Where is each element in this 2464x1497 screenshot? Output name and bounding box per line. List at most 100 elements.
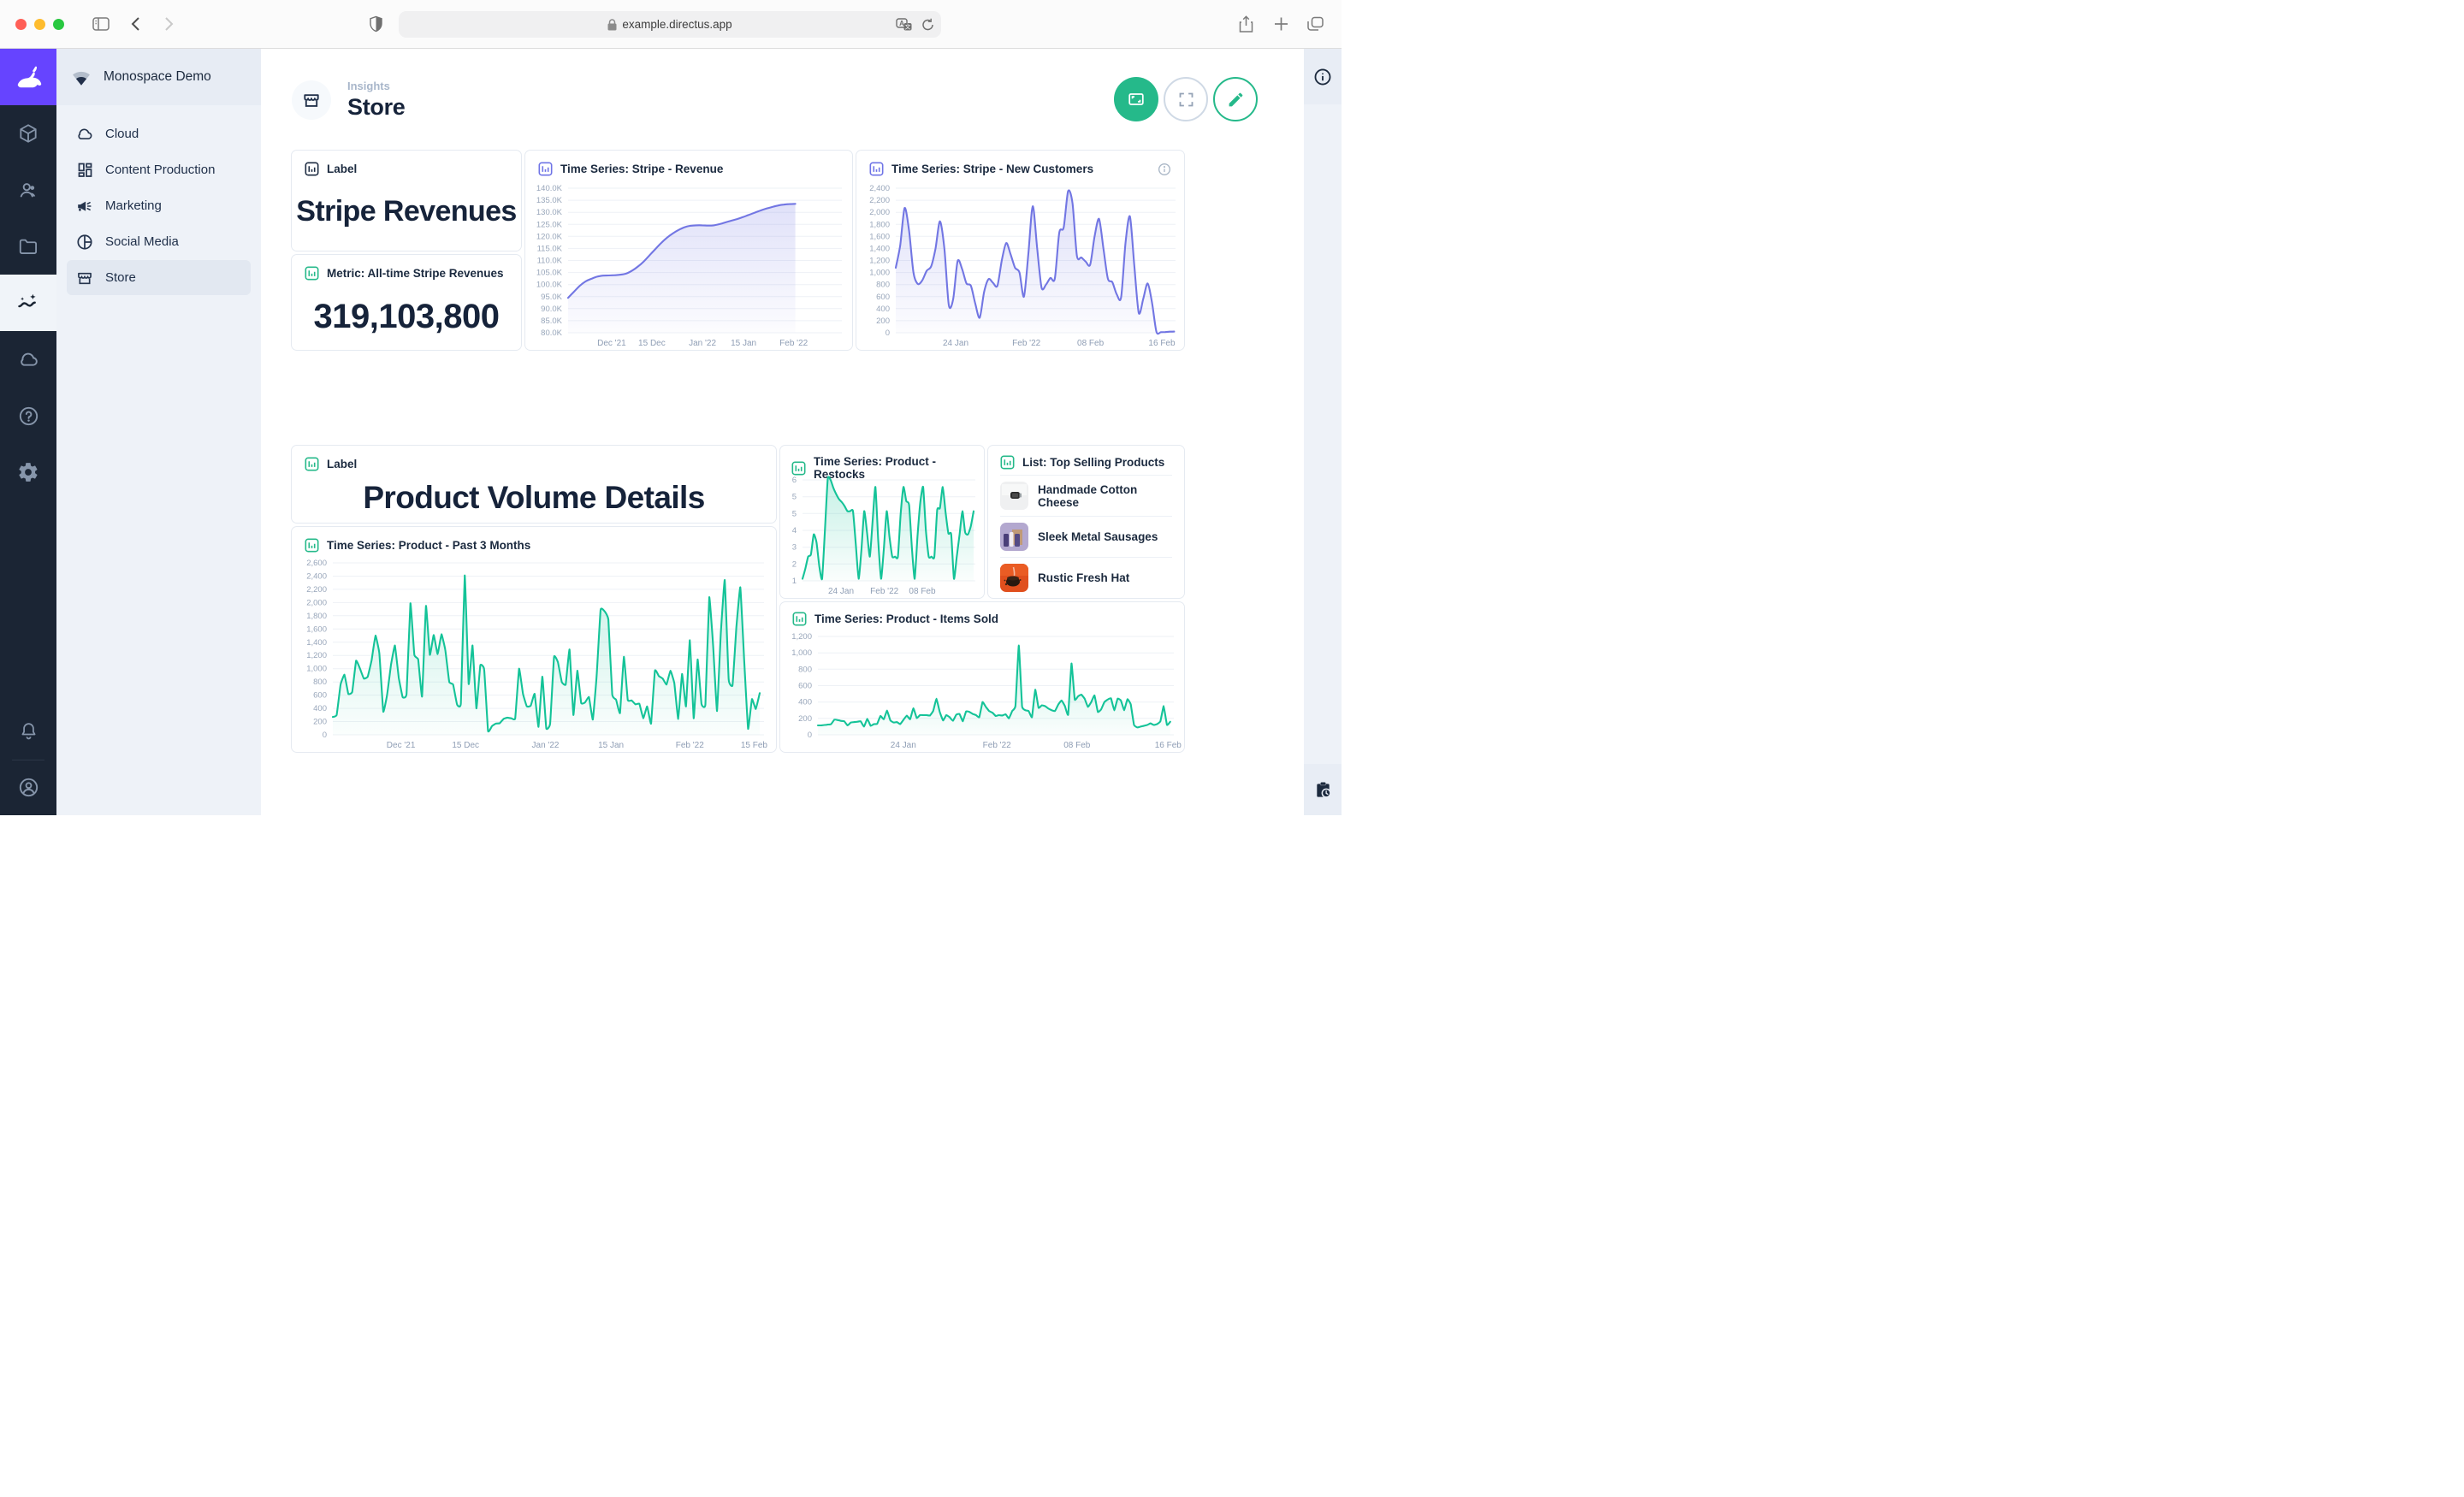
panel-title: Time Series: Product - Past 3 Months xyxy=(327,539,530,552)
svg-text:200: 200 xyxy=(876,317,890,326)
forward-button[interactable] xyxy=(164,16,175,32)
svg-text:15 Dec: 15 Dec xyxy=(638,339,666,348)
panel-label-product: Label Product Volume Details xyxy=(291,445,777,524)
svg-text:1,000: 1,000 xyxy=(306,665,327,674)
panel-title: Label xyxy=(327,163,357,175)
info-icon[interactable] xyxy=(1158,163,1171,176)
nav-list: Cloud Content Production Marketing xyxy=(56,105,261,306)
url-text: example.directus.app xyxy=(622,18,732,31)
label-text: Product Volume Details xyxy=(292,480,776,516)
directus-logo[interactable] xyxy=(0,49,56,105)
module-insights-icon[interactable] xyxy=(0,275,56,331)
sidebar-item-label: Store xyxy=(105,270,136,285)
svg-text:Feb '22: Feb '22 xyxy=(870,587,898,596)
back-button[interactable] xyxy=(130,16,140,32)
svg-text:2,200: 2,200 xyxy=(306,585,327,595)
fullscreen-button[interactable] xyxy=(1164,77,1208,121)
sidebar-item-cloud[interactable]: Cloud xyxy=(67,116,251,151)
module-files-icon[interactable] xyxy=(0,218,56,275)
sidebar-toggle-icon[interactable] xyxy=(92,17,110,31)
list-item[interactable]: Handmade Cotton Cheese xyxy=(1000,475,1172,516)
product-thumbnail xyxy=(1000,564,1028,592)
project-header[interactable]: Monospace Demo xyxy=(56,49,261,105)
module-users-icon[interactable] xyxy=(0,162,56,218)
sidebar-info-tab[interactable] xyxy=(1304,49,1342,104)
svg-text:Feb '22: Feb '22 xyxy=(779,339,808,348)
svg-text:110.0K: 110.0K xyxy=(537,257,563,266)
module-help-icon[interactable] xyxy=(0,388,56,444)
notifications-bell-icon[interactable] xyxy=(0,707,56,754)
cloud-icon xyxy=(75,125,94,144)
storefront-icon xyxy=(301,90,322,110)
list-item[interactable]: Tasty Plastic Shirt xyxy=(1000,598,1172,599)
svg-text:24 Jan: 24 Jan xyxy=(828,587,854,596)
present-button[interactable] xyxy=(1114,77,1158,121)
module-settings-icon[interactable] xyxy=(0,444,56,500)
svg-text:125.0K: 125.0K xyxy=(536,220,563,229)
svg-text:90.0K: 90.0K xyxy=(541,305,562,314)
panel-title: Time Series: Product - Items Sold xyxy=(814,612,998,625)
sidebar-item-content-production[interactable]: Content Production xyxy=(67,152,251,187)
sidebar-item-marketing[interactable]: Marketing xyxy=(67,188,251,223)
product-thumbnail xyxy=(1000,482,1028,510)
svg-text:1,600: 1,600 xyxy=(869,232,890,241)
browser-chrome: example.directus.app A文 xyxy=(0,0,1342,49)
product-restocks-chart[interactable]: 655432124 JanFeb '2208 Feb xyxy=(780,471,984,598)
new-tab-icon[interactable] xyxy=(1274,17,1288,32)
svg-text:A: A xyxy=(899,20,904,27)
list-item[interactable]: Sleek Metal Sausages xyxy=(1000,516,1172,557)
product-past-3-months-chart[interactable]: 2,6002,4002,2002,0001,8001,6001,4001,200… xyxy=(292,554,776,752)
panel-chart-icon xyxy=(792,612,807,626)
product-items-sold-chart[interactable]: 1,2001,000800600400200024 JanFeb '2208 F… xyxy=(780,628,1184,752)
panel-chart-icon xyxy=(1000,455,1015,470)
product-name: Sleek Metal Sausages xyxy=(1038,530,1158,543)
share-icon[interactable] xyxy=(1239,15,1253,33)
panel-title: Time Series: Stripe - Revenue xyxy=(560,163,723,175)
svg-text:400: 400 xyxy=(876,305,890,314)
sidebar-item-social-media[interactable]: Social Media xyxy=(67,224,251,259)
svg-text:24 Jan: 24 Jan xyxy=(891,741,916,750)
svg-text:2,400: 2,400 xyxy=(306,572,327,582)
panel-title: Time Series: Stripe - New Customers xyxy=(891,163,1093,175)
svg-text:120.0K: 120.0K xyxy=(536,232,563,241)
module-cloud-icon[interactable] xyxy=(0,331,56,388)
svg-text:0: 0 xyxy=(808,731,812,740)
sidebar-item-label: Content Production xyxy=(105,163,215,177)
svg-text:1,800: 1,800 xyxy=(306,612,327,621)
svg-text:600: 600 xyxy=(313,691,327,701)
svg-text:08 Feb: 08 Feb xyxy=(1063,741,1091,750)
module-content-icon[interactable] xyxy=(0,105,56,162)
module-bar xyxy=(0,49,56,815)
stripe-revenue-chart[interactable]: 140.0K135.0K130.0K125.0K120.0K115.0K110.… xyxy=(525,180,852,350)
page: example.directus.app A文 xyxy=(0,0,1342,815)
panel-chart-icon xyxy=(305,266,319,281)
stripe-new-customers-chart[interactable]: 2,4002,2002,0001,8001,6001,4001,2001,000… xyxy=(856,180,1184,350)
translate-icon[interactable]: A文 xyxy=(896,18,913,32)
top-selling-list: Handmade Cotton Cheese Sleek Metal Sausag… xyxy=(988,475,1184,599)
list-item[interactable]: Rustic Fresh Hat xyxy=(1000,557,1172,598)
svg-text:Feb '22: Feb '22 xyxy=(676,741,704,750)
reload-icon[interactable] xyxy=(921,18,934,32)
product-name: Rustic Fresh Hat xyxy=(1038,571,1129,584)
svg-text:16 Feb: 16 Feb xyxy=(1155,741,1182,750)
user-avatar-icon[interactable] xyxy=(0,766,56,815)
edit-button[interactable] xyxy=(1213,77,1258,121)
close-window-button[interactable] xyxy=(15,19,27,30)
svg-text:400: 400 xyxy=(313,704,327,713)
address-bar[interactable]: example.directus.app A文 xyxy=(399,11,941,38)
breadcrumb[interactable]: Insights xyxy=(347,80,406,92)
shield-icon[interactable] xyxy=(370,16,382,33)
minimize-window-button[interactable] xyxy=(34,19,45,30)
sidebar-item-label: Marketing xyxy=(105,198,162,213)
panel-chart-icon xyxy=(305,457,319,471)
activity-tab[interactable] xyxy=(1304,764,1342,815)
sidebar-item-store[interactable]: Store xyxy=(67,260,251,295)
info-icon xyxy=(1313,68,1332,86)
zoom-window-button[interactable] xyxy=(53,19,64,30)
tab-overview-icon[interactable] xyxy=(1307,17,1324,32)
svg-text:Feb '22: Feb '22 xyxy=(1012,339,1040,348)
page-avatar xyxy=(292,80,331,120)
activity-clipboard-icon xyxy=(1313,780,1333,800)
svg-text:4: 4 xyxy=(792,526,797,535)
panel-chart-icon xyxy=(305,162,319,176)
